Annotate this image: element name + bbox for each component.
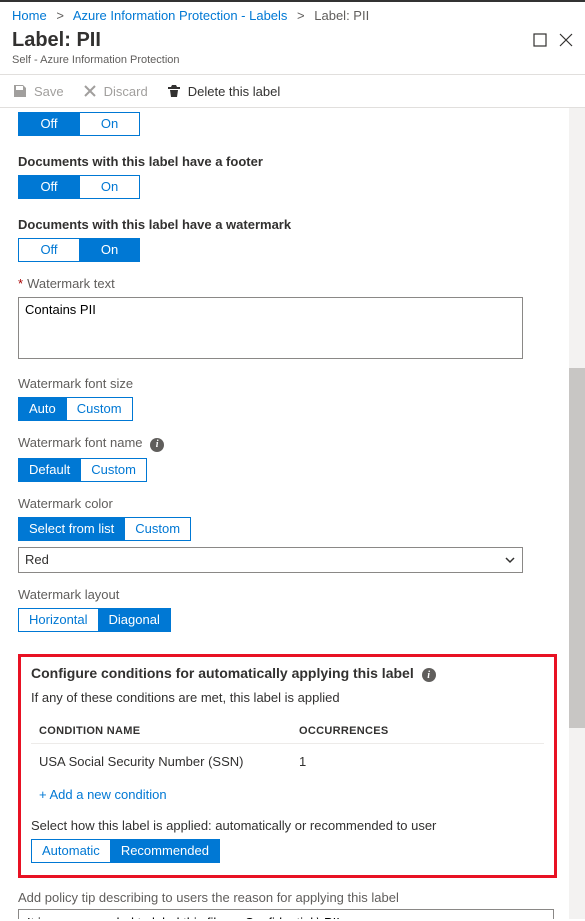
conditions-table: CONDITION NAME OCCURRENCES USA Social Se… (31, 719, 544, 779)
apply-automatic-option[interactable]: Automatic (32, 840, 110, 862)
command-bar: Save Discard Delete this label (0, 75, 585, 108)
color-list-option[interactable]: Select from list (19, 518, 124, 540)
conditions-subtitle: If any of these conditions are met, this… (31, 690, 544, 705)
watermark-text-input[interactable] (18, 297, 523, 359)
footer-toggle[interactable]: Off On (18, 175, 140, 199)
watermark-color-value: Red (25, 552, 49, 567)
watermark-layout-label: Watermark layout (18, 587, 557, 602)
add-condition-link[interactable]: + Add a new condition (31, 779, 544, 810)
condition-occurrences-cell: 1 (299, 754, 536, 769)
footer-toggle-label: Documents with this label have a footer (18, 154, 557, 169)
watermark-toggle[interactable]: Off On (18, 238, 140, 262)
discard-button[interactable]: Discard (82, 83, 148, 99)
font-size-toggle[interactable]: Auto Custom (18, 397, 133, 421)
layout-toggle[interactable]: Horizontal Diagonal (18, 608, 171, 632)
delete-label-button[interactable]: Delete this label (166, 83, 281, 99)
maximize-icon[interactable] (533, 33, 547, 50)
font-size-auto-option[interactable]: Auto (19, 398, 66, 420)
color-custom-option[interactable]: Custom (124, 518, 190, 540)
font-name-custom-option[interactable]: Custom (80, 459, 146, 481)
layout-diagonal-option[interactable]: Diagonal (98, 609, 170, 631)
watermark-color-select[interactable]: Red (18, 547, 523, 573)
policy-tip-input[interactable] (18, 909, 554, 919)
page-subtitle: Self - Azure Information Protection (12, 54, 533, 66)
discard-label: Discard (104, 84, 148, 99)
watermark-off-option[interactable]: Off (19, 239, 79, 261)
watermark-on-option[interactable]: On (79, 239, 139, 261)
info-icon[interactable]: i (150, 438, 164, 452)
watermark-toggle-label: Documents with this label have a waterma… (18, 217, 557, 232)
font-name-default-option[interactable]: Default (19, 459, 80, 481)
footer-on-option[interactable]: On (79, 176, 139, 198)
delete-label-text: Delete this label (188, 84, 281, 99)
layout-horizontal-option[interactable]: Horizontal (19, 609, 98, 631)
policy-tip-label: Add policy tip describing to users the r… (18, 890, 557, 905)
header-on-option[interactable]: On (79, 113, 139, 135)
condition-name-cell: USA Social Security Number (SSN) (39, 754, 299, 769)
footer-off-option[interactable]: Off (19, 176, 79, 198)
apply-mode-toggle[interactable]: Automatic Recommended (31, 839, 220, 863)
chevron-right-icon: > (297, 8, 305, 23)
breadcrumb: Home > Azure Information Protection - La… (0, 2, 585, 27)
page-title: Label: PII (12, 29, 533, 52)
conditions-section: Configure conditions for automatically a… (18, 654, 557, 879)
breadcrumb-parent[interactable]: Azure Information Protection - Labels (73, 8, 288, 23)
scrollbar-thumb[interactable] (569, 368, 585, 728)
apply-mode-label: Select how this label is applied: automa… (31, 818, 544, 833)
info-icon[interactable]: i (422, 668, 436, 682)
header-toggle-label: Documents with this label have a header (18, 108, 557, 112)
apply-recommended-option[interactable]: Recommended (110, 840, 219, 862)
chevron-down-icon (504, 554, 516, 566)
breadcrumb-home[interactable]: Home (12, 8, 47, 23)
watermark-font-size-label: Watermark font size (18, 376, 557, 391)
save-label: Save (34, 84, 64, 99)
close-icon[interactable] (559, 33, 573, 50)
font-size-custom-option[interactable]: Custom (66, 398, 132, 420)
table-row[interactable]: USA Social Security Number (SSN) 1 (31, 743, 544, 779)
breadcrumb-current: Label: PII (314, 8, 369, 23)
required-indicator: * (18, 276, 23, 291)
header-off-option[interactable]: Off (19, 113, 79, 135)
header-toggle[interactable]: Off On (18, 112, 140, 136)
save-button[interactable]: Save (12, 83, 64, 99)
col-occurrences: OCCURRENCES (299, 725, 536, 737)
col-condition-name: CONDITION NAME (39, 725, 299, 737)
watermark-font-name-label: Watermark font name i (18, 435, 557, 452)
color-source-toggle[interactable]: Select from list Custom (18, 517, 191, 541)
watermark-color-label: Watermark color (18, 496, 557, 511)
font-name-toggle[interactable]: Default Custom (18, 458, 147, 482)
watermark-text-label: *Watermark text (18, 276, 557, 291)
chevron-right-icon: > (56, 8, 64, 23)
conditions-title: Configure conditions for automatically a… (31, 665, 414, 681)
scrollbar-track[interactable] (569, 108, 585, 919)
